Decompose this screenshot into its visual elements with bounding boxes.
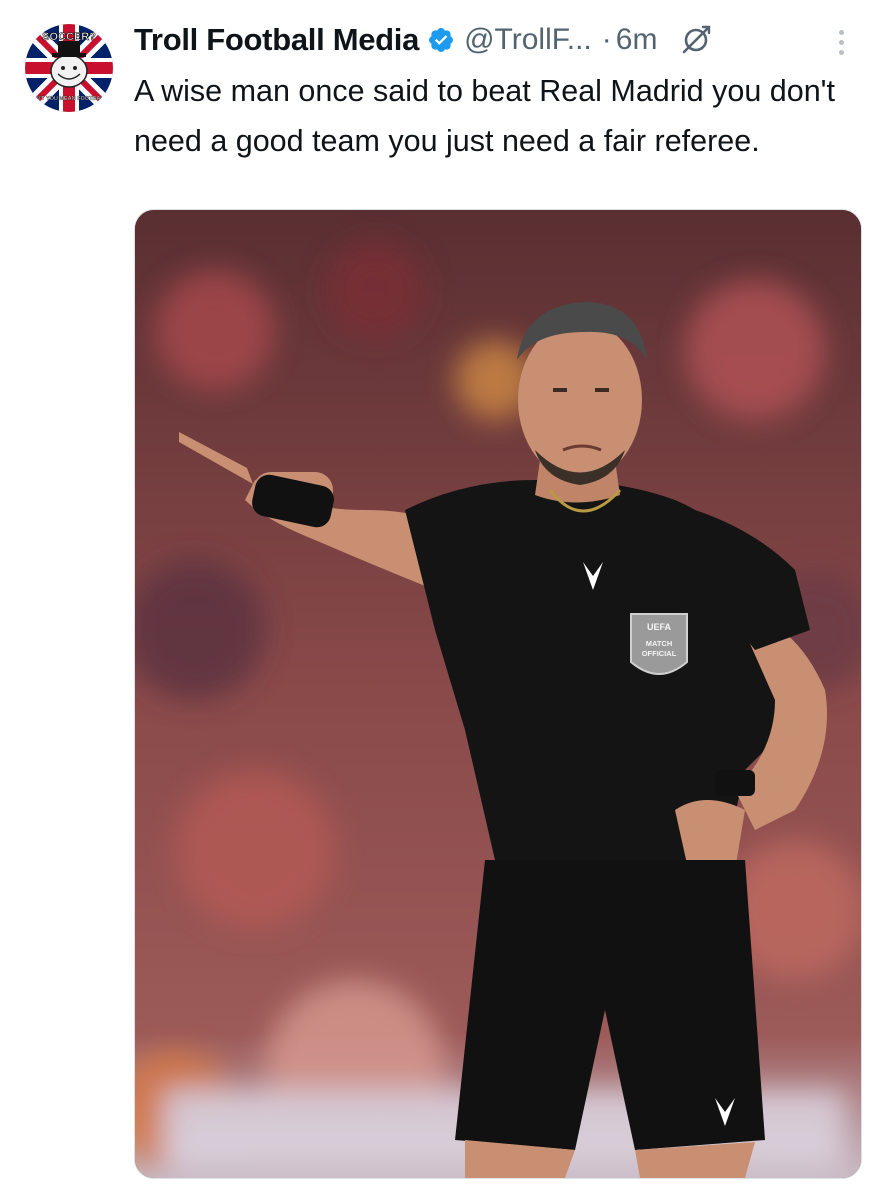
more-options-icon[interactable] [826, 22, 856, 62]
author-handle[interactable]: @TrollF... [464, 23, 592, 57]
tweet-text: A wise man once said to beat Real Madrid… [134, 74, 835, 158]
badge-line-2: MATCH [646, 639, 673, 648]
post-time[interactable]: 6m [616, 23, 658, 57]
verified-badge-icon [427, 26, 455, 54]
author-avatar[interactable]: SOCCER? DON'T YOU MEAN FOOTBALL? [25, 24, 113, 112]
grok-icon[interactable] [679, 23, 713, 57]
tweet-header: Troll Football Media @TrollF... · 6m [134, 18, 713, 62]
tweet-image[interactable]: UEFA MATCH OFFICIAL [134, 209, 862, 1179]
badge-line-1: UEFA [647, 622, 672, 632]
badge-line-3: OFFICIAL [642, 649, 677, 658]
tweet[interactable]: SOCCER? DON'T YOU MEAN FOOTBALL? Troll F… [0, 0, 886, 1199]
avatar-top-text: SOCCER? [42, 31, 96, 43]
avatar-bottom-text: DON'T YOU MEAN FOOTBALL? [28, 96, 111, 102]
separator-dot: · [601, 23, 612, 56]
author-name[interactable]: Troll Football Media [134, 22, 419, 58]
